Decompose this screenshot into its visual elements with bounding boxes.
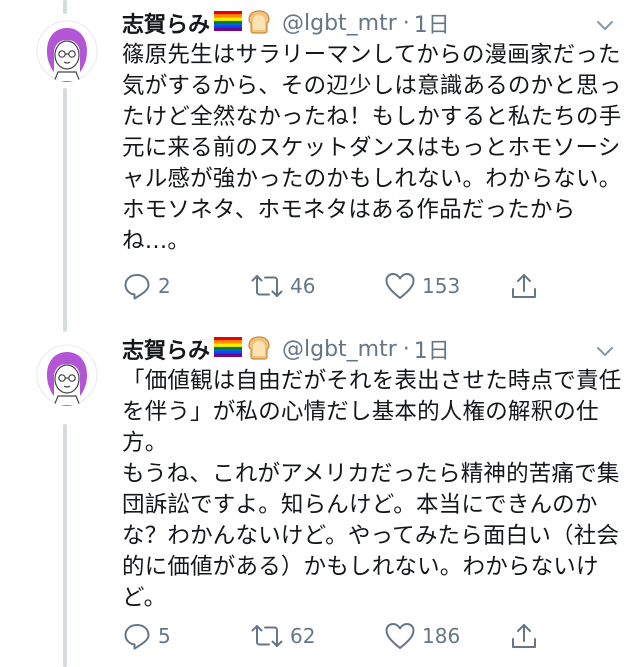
share-icon xyxy=(512,274,536,298)
display-name[interactable]: 志賀らみ xyxy=(122,333,210,365)
chevron-down-icon[interactable] xyxy=(594,14,616,36)
avatar-illustration-icon xyxy=(36,344,98,406)
user-handle[interactable]: @lgbt_mtr xyxy=(282,11,397,36)
tweet-actions: 2 46 153 xyxy=(122,268,622,304)
bread-icon xyxy=(246,8,272,38)
tweet-text: 「価値観は自由だがそれを表出させた時点で責任を伴う」が私の心情だし基本的人権の解… xyxy=(122,368,622,611)
tweet-header: 志賀らみ @lgbt_mtr · 1日 xyxy=(122,6,450,40)
like-button[interactable]: 153 xyxy=(384,268,460,304)
rainbow-flag-icon xyxy=(214,11,243,35)
avatar-illustration-icon xyxy=(36,20,98,82)
reply-button[interactable]: 5 xyxy=(122,618,171,654)
retweet-count: 46 xyxy=(290,274,316,298)
share-button[interactable] xyxy=(510,268,538,304)
retweet-button[interactable]: 62 xyxy=(250,618,315,654)
chevron-down-icon[interactable] xyxy=(594,340,616,362)
avatar[interactable] xyxy=(36,20,98,82)
share-icon xyxy=(512,624,536,648)
reply-button[interactable]: 2 xyxy=(122,268,171,304)
reply-icon xyxy=(124,624,150,650)
display-name[interactable]: 志賀らみ xyxy=(122,7,210,39)
retweet-icon xyxy=(251,275,283,297)
tweet-actions: 5 62 186 xyxy=(122,618,622,654)
retweet-icon xyxy=(251,625,283,647)
retweet-count: 62 xyxy=(290,624,316,648)
bread-icon xyxy=(246,334,272,364)
reply-count: 5 xyxy=(158,624,171,648)
tweet[interactable]: 志賀らみ @lgbt_mtr · 1日 「価値観は自由だがそれを表出させた時点で… xyxy=(0,330,640,667)
tweet-text: 篠原先生はサラリーマンしてからの漫画家だった気がするから、その辺少しは意識あるの… xyxy=(122,42,622,254)
tweet[interactable]: 志賀らみ @lgbt_mtr · 1日 篠原先生はサラリーマンしてからの漫画家だ… xyxy=(0,0,640,330)
rainbow-flag-icon xyxy=(214,337,243,361)
retweet-button[interactable]: 46 xyxy=(250,268,315,304)
reply-count: 2 xyxy=(158,274,171,298)
like-button[interactable]: 186 xyxy=(384,618,460,654)
heart-icon xyxy=(385,273,415,299)
like-count: 186 xyxy=(422,624,461,648)
reply-icon xyxy=(124,274,150,300)
share-button[interactable] xyxy=(510,618,538,654)
separator-dot: · xyxy=(402,336,410,362)
timestamp[interactable]: 1日 xyxy=(414,7,450,39)
timestamp[interactable]: 1日 xyxy=(414,333,450,365)
heart-icon xyxy=(385,623,415,649)
avatar[interactable] xyxy=(36,344,98,406)
user-handle[interactable]: @lgbt_mtr xyxy=(282,337,397,362)
tweet-header: 志賀らみ @lgbt_mtr · 1日 xyxy=(122,332,450,366)
like-count: 153 xyxy=(422,274,461,298)
separator-dot: · xyxy=(402,10,410,36)
